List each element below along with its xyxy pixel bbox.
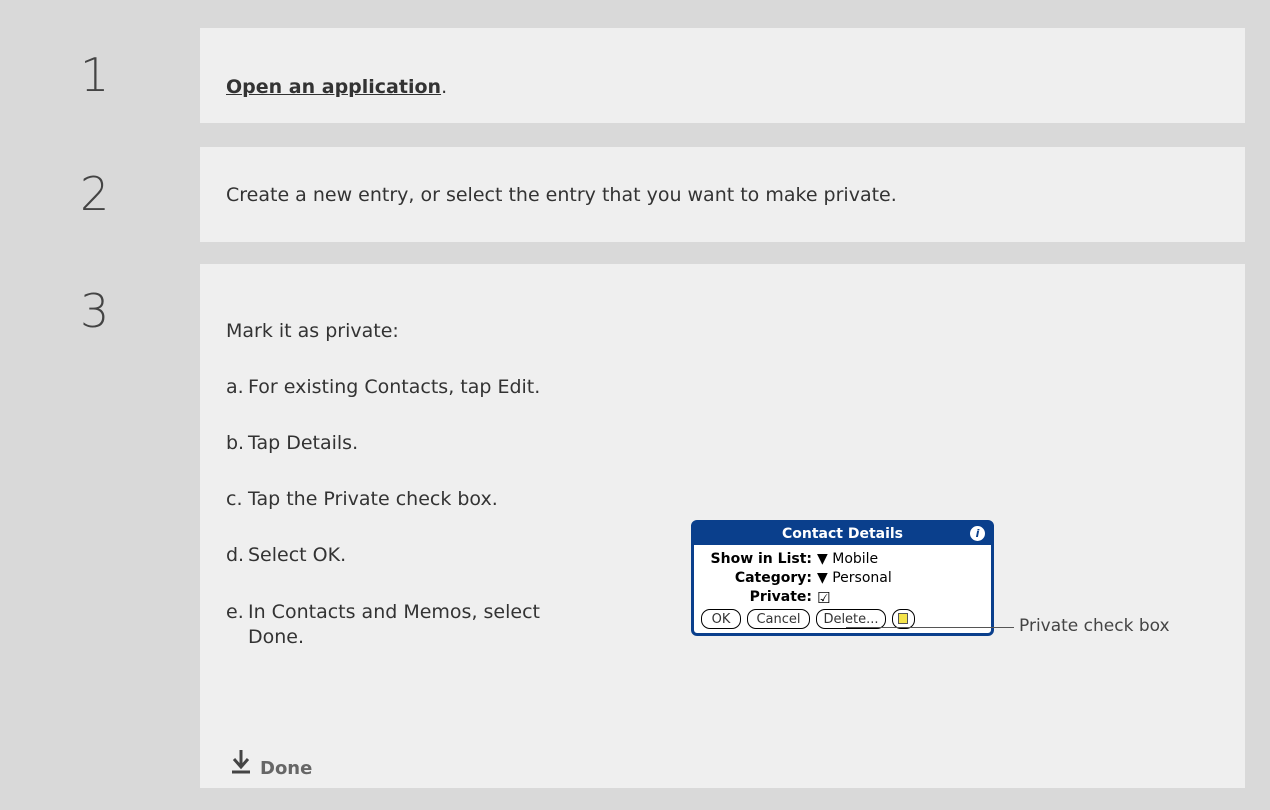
cancel-button[interactable]: Cancel <box>747 609 810 629</box>
substep-text: For existing Contacts, tap Edit. <box>248 376 541 398</box>
step-3: 3 Mark it as private: a. For existing Co… <box>38 264 1245 788</box>
note-icon <box>898 613 908 624</box>
ok-button[interactable]: OK <box>701 609 741 629</box>
step-number: 1 <box>80 48 110 102</box>
delete-button[interactable]: Delete... <box>816 609 886 629</box>
step-2: 2 Create a new entry, or select the entr… <box>38 147 1245 242</box>
step-number: 3 <box>80 284 110 338</box>
dropdown-triangle-icon: ▼ <box>817 551 828 567</box>
show-in-list-value: Mobile <box>832 551 879 567</box>
substep-text: Select OK. <box>248 544 347 566</box>
substep-text-line-1: In Contacts and Memos, select <box>248 601 540 623</box>
contact-details-dialog: Contact Details i Show in List: ▼ Mobile… <box>691 520 994 636</box>
callout-label: Private check box <box>1019 616 1170 636</box>
step-2-text: Create a new entry, or select the entry … <box>226 184 897 206</box>
substep-letter: c. <box>226 488 243 510</box>
private-checkbox[interactable]: ☑ <box>817 589 830 607</box>
show-in-list-label: Show in List: <box>710 551 812 567</box>
substep-letter: a. <box>226 376 244 398</box>
category-dropdown[interactable]: ▼ Personal <box>817 570 892 586</box>
dropdown-triangle-icon: ▼ <box>817 570 828 586</box>
dialog-title: Contact Details <box>694 523 991 545</box>
show-in-list-dropdown[interactable]: ▼ Mobile <box>817 551 878 567</box>
note-button[interactable] <box>892 609 915 629</box>
category-value: Personal <box>832 570 892 586</box>
substep-text: Tap the Private check box. <box>248 488 498 510</box>
substep-letter: e. <box>226 601 244 623</box>
step-number-column: 3 <box>38 264 200 788</box>
link-period: . <box>441 76 448 98</box>
step-3-intro: Mark it as private: <box>226 320 399 342</box>
substep-letter: d. <box>226 544 245 566</box>
done-label: Done <box>260 758 313 779</box>
substep-text: Tap Details. <box>248 432 359 454</box>
step-1: 1 Open an application. <box>38 28 1245 123</box>
category-label: Category: <box>734 570 812 586</box>
callout-line <box>846 627 1014 628</box>
down-arrow-icon <box>232 750 250 774</box>
step-number-column: 1 <box>38 28 200 123</box>
step-number: 2 <box>80 167 110 221</box>
substep-text-line-2: Done. <box>248 626 305 648</box>
private-label: Private: <box>749 589 812 605</box>
open-application-link[interactable]: Open an application <box>226 76 441 98</box>
step-1-text: Open an application. <box>226 76 447 98</box>
step-number-column: 2 <box>38 147 200 242</box>
substep-letter: b. <box>226 432 245 454</box>
info-icon[interactable]: i <box>970 526 985 541</box>
